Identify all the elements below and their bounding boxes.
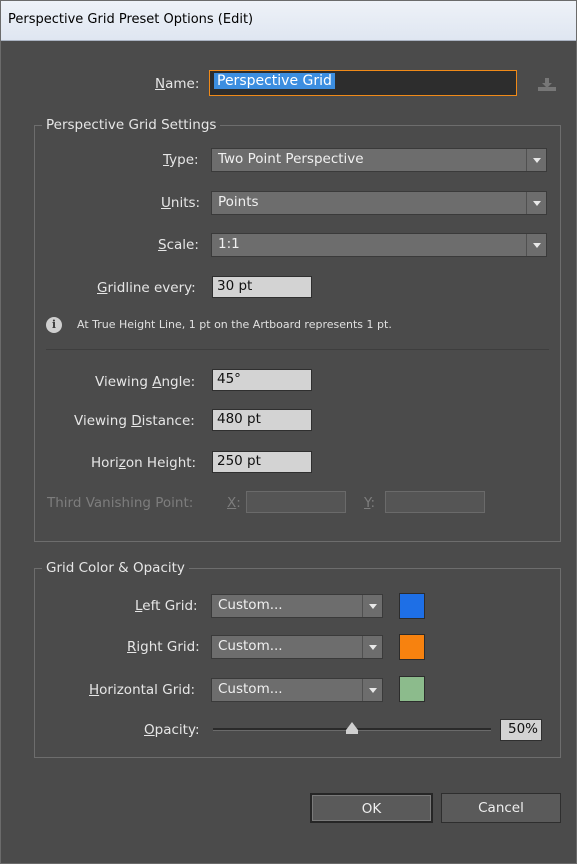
name-input-value: Perspective Grid (214, 73, 335, 89)
settings-group (34, 125, 561, 542)
viewing-angle-label: Viewing Angle: (95, 374, 196, 390)
y-label: Y: (364, 495, 376, 511)
name-input[interactable]: Perspective Grid (209, 70, 517, 96)
opacity-slider-thumb[interactable] (346, 722, 358, 734)
gridline-label: Gridline every: (97, 280, 196, 296)
x-label: X: (227, 495, 241, 511)
left-grid-color-swatch[interactable] (399, 593, 425, 619)
third-vanishing-point-label: Third Vanishing Point: (47, 495, 194, 511)
info-icon: i (46, 317, 62, 333)
right-grid-select-value: Custom... (218, 638, 283, 654)
name-label: Name: (155, 76, 200, 92)
title-bar[interactable]: Perspective Grid Preset Options (Edit) (1, 1, 576, 41)
settings-group-title: Perspective Grid Settings (42, 117, 221, 133)
units-select[interactable]: Points (211, 191, 547, 215)
horizontal-grid-label: Horizontal Grid: (89, 682, 196, 698)
viewing-distance-label: Viewing Distance: (74, 413, 195, 429)
scale-select[interactable]: 1:1 (211, 233, 547, 257)
name-label-rest: ame: (165, 76, 200, 92)
dialog-window: Perspective Grid Preset Options (Edit) N… (0, 0, 577, 864)
ok-button[interactable]: OK (310, 793, 433, 823)
third-vp-y-input[interactable] (385, 491, 485, 513)
chevron-down-icon (526, 149, 546, 171)
color-group-title: Grid Color & Opacity (42, 560, 189, 576)
horizon-height-input[interactable]: 250 pt (212, 451, 312, 473)
settings-divider (46, 349, 549, 350)
gridline-input[interactable]: 30 pt (212, 276, 312, 298)
import-icon[interactable] (537, 76, 557, 92)
third-vp-x-input[interactable] (246, 491, 346, 513)
info-text: At True Height Line, 1 pt on the Artboar… (77, 318, 392, 331)
type-select[interactable]: Two Point Perspective (211, 148, 547, 172)
scale-label: Scale: (158, 237, 199, 253)
chevron-down-icon (362, 679, 382, 701)
left-grid-select-value: Custom... (218, 597, 283, 613)
horizontal-grid-select-value: Custom... (218, 681, 283, 697)
type-select-value: Two Point Perspective (218, 151, 364, 167)
units-label: Units: (161, 195, 201, 211)
chevron-down-icon (526, 234, 546, 256)
opacity-label: Opacity: (144, 722, 200, 738)
units-select-value: Points (218, 194, 259, 210)
viewing-angle-input[interactable]: 45° (212, 369, 312, 391)
chevron-down-icon (526, 192, 546, 214)
right-grid-label: Right Grid: (127, 639, 200, 655)
viewing-distance-input[interactable]: 480 pt (212, 409, 312, 431)
right-grid-color-swatch[interactable] (399, 634, 425, 660)
right-grid-select[interactable]: Custom... (211, 635, 383, 659)
window-title: Perspective Grid Preset Options (Edit) (8, 12, 254, 27)
cancel-button[interactable]: Cancel (441, 793, 561, 823)
chevron-down-icon (362, 636, 382, 658)
horizontal-grid-color-swatch[interactable] (399, 676, 425, 702)
chevron-down-icon (362, 595, 382, 617)
left-grid-label: Left Grid: (135, 598, 198, 614)
scale-select-value: 1:1 (218, 236, 240, 252)
opacity-value-input[interactable]: 50% (500, 719, 542, 741)
horizontal-grid-select[interactable]: Custom... (211, 678, 383, 702)
left-grid-select[interactable]: Custom... (211, 594, 383, 618)
type-label: Type: (163, 152, 199, 168)
horizon-height-label: Horizon Height: (91, 455, 197, 471)
